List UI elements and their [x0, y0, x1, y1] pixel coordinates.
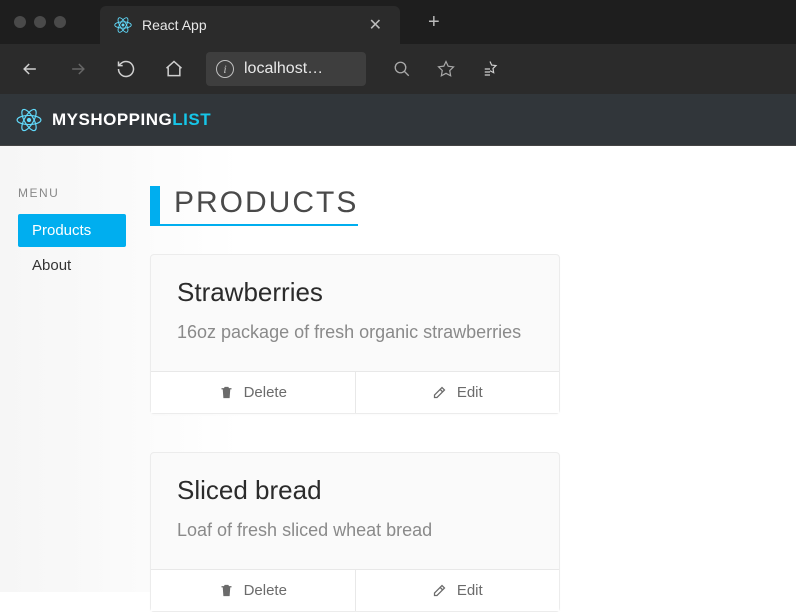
edit-icon [432, 385, 447, 400]
edit-label: Edit [457, 384, 483, 401]
react-logo-icon [16, 107, 42, 133]
delete-label: Delete [244, 582, 287, 599]
home-button[interactable] [154, 50, 194, 88]
product-card: Sliced bread Loaf of fresh sliced wheat … [150, 452, 560, 612]
back-button[interactable] [10, 50, 50, 88]
toolbar-right [382, 50, 510, 88]
main-content: PRODUCTS Strawberries 16oz package of fr… [150, 186, 796, 592]
react-icon [114, 16, 132, 34]
product-description: Loaf of fresh sliced wheat bread [177, 516, 533, 545]
favorite-icon[interactable] [426, 50, 466, 88]
edit-icon [432, 583, 447, 598]
product-card: Strawberries 16oz package of fresh organ… [150, 254, 560, 414]
sidebar-item-label: Products [32, 222, 91, 239]
card-actions: Delete Edit [151, 371, 559, 413]
delete-button[interactable]: Delete [151, 570, 356, 611]
product-description: 16oz package of fresh organic strawberri… [177, 318, 533, 347]
refresh-button[interactable] [106, 50, 146, 88]
brand-shopping: SHOPPING [79, 110, 173, 129]
sidebar-item-products[interactable]: Products [18, 214, 126, 247]
maximize-window-button[interactable] [54, 16, 66, 28]
sidebar-item-about[interactable]: About [18, 249, 126, 282]
edit-button[interactable]: Edit [356, 372, 560, 413]
brand-my: MY [52, 110, 79, 129]
page-body: MENU Products About PRODUCTS Strawberrie… [0, 146, 796, 592]
close-window-button[interactable] [14, 16, 26, 28]
app-header: MYSHOPPINGLIST [0, 94, 796, 146]
browser-chrome: React App ✕ + i localhost… [0, 0, 796, 94]
close-tab-icon[interactable]: ✕ [365, 13, 386, 37]
menu-label: MENU [18, 186, 150, 200]
product-name: Strawberries [177, 277, 533, 308]
edit-button[interactable]: Edit [356, 570, 560, 611]
address-text: localhost… [244, 60, 323, 78]
info-icon[interactable]: i [216, 60, 234, 78]
address-bar[interactable]: i localhost… [206, 52, 366, 86]
tab-title: React App [142, 17, 365, 33]
card-actions: Delete Edit [151, 569, 559, 611]
edit-label: Edit [457, 582, 483, 599]
delete-button[interactable]: Delete [151, 372, 356, 413]
reading-list-icon[interactable] [470, 50, 510, 88]
product-name: Sliced bread [177, 475, 533, 506]
card-body: Strawberries 16oz package of fresh organ… [151, 255, 559, 371]
browser-toolbar: i localhost… [0, 44, 796, 94]
trash-icon [219, 583, 234, 598]
brand: MYSHOPPINGLIST [52, 110, 211, 130]
zoom-icon[interactable] [382, 50, 422, 88]
delete-label: Delete [244, 384, 287, 401]
sidebar-item-label: About [32, 257, 71, 274]
browser-tab[interactable]: React App ✕ [100, 6, 400, 44]
card-body: Sliced bread Loaf of fresh sliced wheat … [151, 453, 559, 569]
page-title: PRODUCTS [150, 186, 358, 226]
trash-icon [219, 385, 234, 400]
brand-list: LIST [172, 110, 211, 129]
window-controls [0, 16, 66, 28]
tab-bar: React App ✕ + [0, 0, 796, 44]
minimize-window-button[interactable] [34, 16, 46, 28]
sidebar: MENU Products About [0, 186, 150, 592]
new-tab-button[interactable]: + [418, 5, 450, 40]
forward-button[interactable] [58, 50, 98, 88]
